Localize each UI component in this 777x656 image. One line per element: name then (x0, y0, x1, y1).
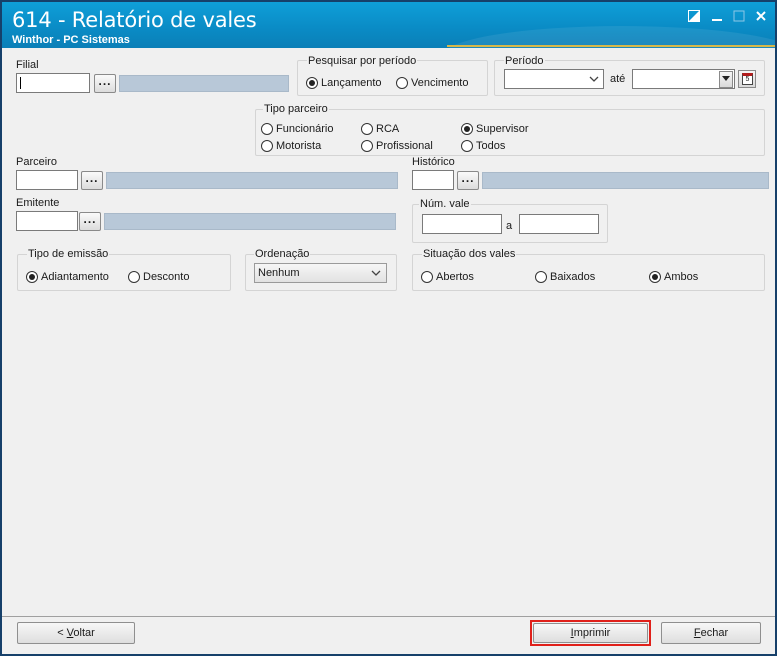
radio-vencimento-label: Vencimento (411, 77, 469, 89)
periodo-label: Período (504, 55, 545, 67)
radio-motorista-label: Motorista (276, 140, 322, 152)
fechar-button[interactable]: Fechar (661, 622, 761, 644)
radio-vencimento[interactable]: Vencimento (396, 77, 468, 89)
radio-supervisor-indicator (461, 123, 473, 135)
radio-adiantamento-label: Adiantamento (41, 271, 109, 283)
filial-label: Filial (16, 59, 39, 71)
radio-rca-label: RCA (376, 123, 400, 135)
periodo-start-date[interactable] (504, 69, 604, 89)
radio-todos-label: Todos (476, 140, 506, 152)
emitente-label: Emitente (16, 197, 60, 209)
radio-abertos-indicator (421, 271, 433, 283)
historico-label: Histórico (412, 156, 455, 168)
title-bar: 614 - Relatório de vales Winthor - PC Si… (2, 2, 775, 48)
emitente-code-input[interactable] (16, 211, 78, 231)
radio-supervisor-label: Supervisor (476, 123, 529, 135)
parceiro-description-field (106, 172, 398, 189)
situacao-label: Situação dos vales (422, 248, 517, 260)
ordenacao-select[interactable]: Nenhum (254, 263, 387, 283)
periodo-end-date[interactable] (632, 69, 735, 89)
minimize-icon[interactable] (709, 10, 725, 24)
ordenacao-selected-value: Nenhum (258, 267, 300, 279)
radio-adiantamento-indicator (26, 271, 38, 283)
radio-desconto-indicator (128, 271, 140, 283)
radio-adiantamento[interactable]: Adiantamento (26, 271, 109, 283)
voltar-button[interactable]: < Voltar (17, 622, 135, 644)
emitente-description-field (104, 213, 396, 230)
radio-lancamento-label: Lançamento (321, 77, 382, 89)
filial-lookup-button[interactable]: ... (94, 74, 116, 93)
radio-todos[interactable]: Todos (461, 140, 505, 152)
num-vale-to-input[interactable] (519, 214, 599, 234)
num-vale-a-label: a (506, 220, 513, 232)
historico-lookup-button[interactable]: ... (457, 171, 479, 190)
radio-lancamento-indicator (306, 77, 318, 89)
radio-vencimento-indicator (396, 77, 408, 89)
radio-motorista-indicator (261, 140, 273, 152)
footer-divider (2, 616, 775, 617)
report-window: 614 - Relatório de vales Winthor - PC Si… (0, 0, 777, 656)
radio-baixados-label: Baixados (550, 271, 596, 283)
radio-rca[interactable]: RCA (361, 123, 399, 135)
radio-desconto[interactable]: Desconto (128, 271, 189, 283)
radio-funcionario-indicator (261, 123, 273, 135)
restore-icon[interactable] (686, 10, 702, 24)
parceiro-lookup-button[interactable]: ... (81, 171, 103, 190)
radio-abertos-label: Abertos (436, 271, 474, 283)
radio-desconto-label: Desconto (143, 271, 190, 283)
num-vale-from-input[interactable] (422, 214, 502, 234)
chevron-down-icon (589, 71, 599, 90)
radio-baixados[interactable]: Baixados (535, 271, 595, 283)
num-vale-label: Núm. vale (419, 198, 471, 210)
radio-ambos-label: Ambos (664, 271, 699, 283)
filial-description-field (119, 75, 289, 92)
radio-ambos-indicator (649, 271, 661, 283)
tipo-parceiro-label: Tipo parceiro (263, 103, 329, 115)
radio-motorista[interactable]: Motorista (261, 140, 321, 152)
radio-supervisor[interactable]: Supervisor (461, 123, 529, 135)
close-icon[interactable] (753, 10, 769, 24)
title-bar-accent-line (447, 45, 775, 47)
radio-baixados-indicator (535, 271, 547, 283)
parceiro-code-input[interactable] (16, 170, 78, 190)
radio-lancamento[interactable]: Lançamento (306, 77, 382, 89)
radio-profissional-indicator (361, 140, 373, 152)
pesquisar-periodo-label: Pesquisar por período (307, 55, 418, 67)
dropdown-arrow-icon[interactable] (719, 71, 733, 88)
radio-funcionario[interactable]: Funcionário (261, 123, 333, 135)
historico-code-input[interactable] (412, 170, 454, 190)
window-title: 614 - Relatório de vales (12, 8, 257, 32)
window-subtitle: Winthor - PC Sistemas (12, 34, 130, 46)
radio-profissional-label: Profissional (376, 140, 433, 152)
radio-rca-indicator (361, 123, 373, 135)
maximize-icon[interactable] (731, 10, 747, 24)
radio-funcionario-label: Funcionário (276, 123, 334, 135)
chevron-down-icon (371, 264, 381, 289)
imprimir-button[interactable]: Imprimir (533, 623, 648, 643)
ordenacao-label: Ordenação (254, 248, 311, 260)
radio-todos-indicator (461, 140, 473, 152)
emitente-lookup-button[interactable]: ... (79, 212, 101, 231)
historico-description-field (482, 172, 769, 189)
tipo-emissao-label: Tipo de emissão (27, 248, 110, 260)
radio-ambos[interactable]: Ambos (649, 271, 698, 283)
parceiro-label: Parceiro (16, 156, 57, 168)
text-caret (20, 77, 21, 89)
radio-profissional[interactable]: Profissional (361, 140, 433, 152)
radio-abertos[interactable]: Abertos (421, 271, 474, 283)
periodo-ate-label: até (610, 73, 626, 85)
calendar-icon[interactable]: 5 (738, 70, 756, 88)
filial-code-input[interactable] (16, 73, 90, 93)
